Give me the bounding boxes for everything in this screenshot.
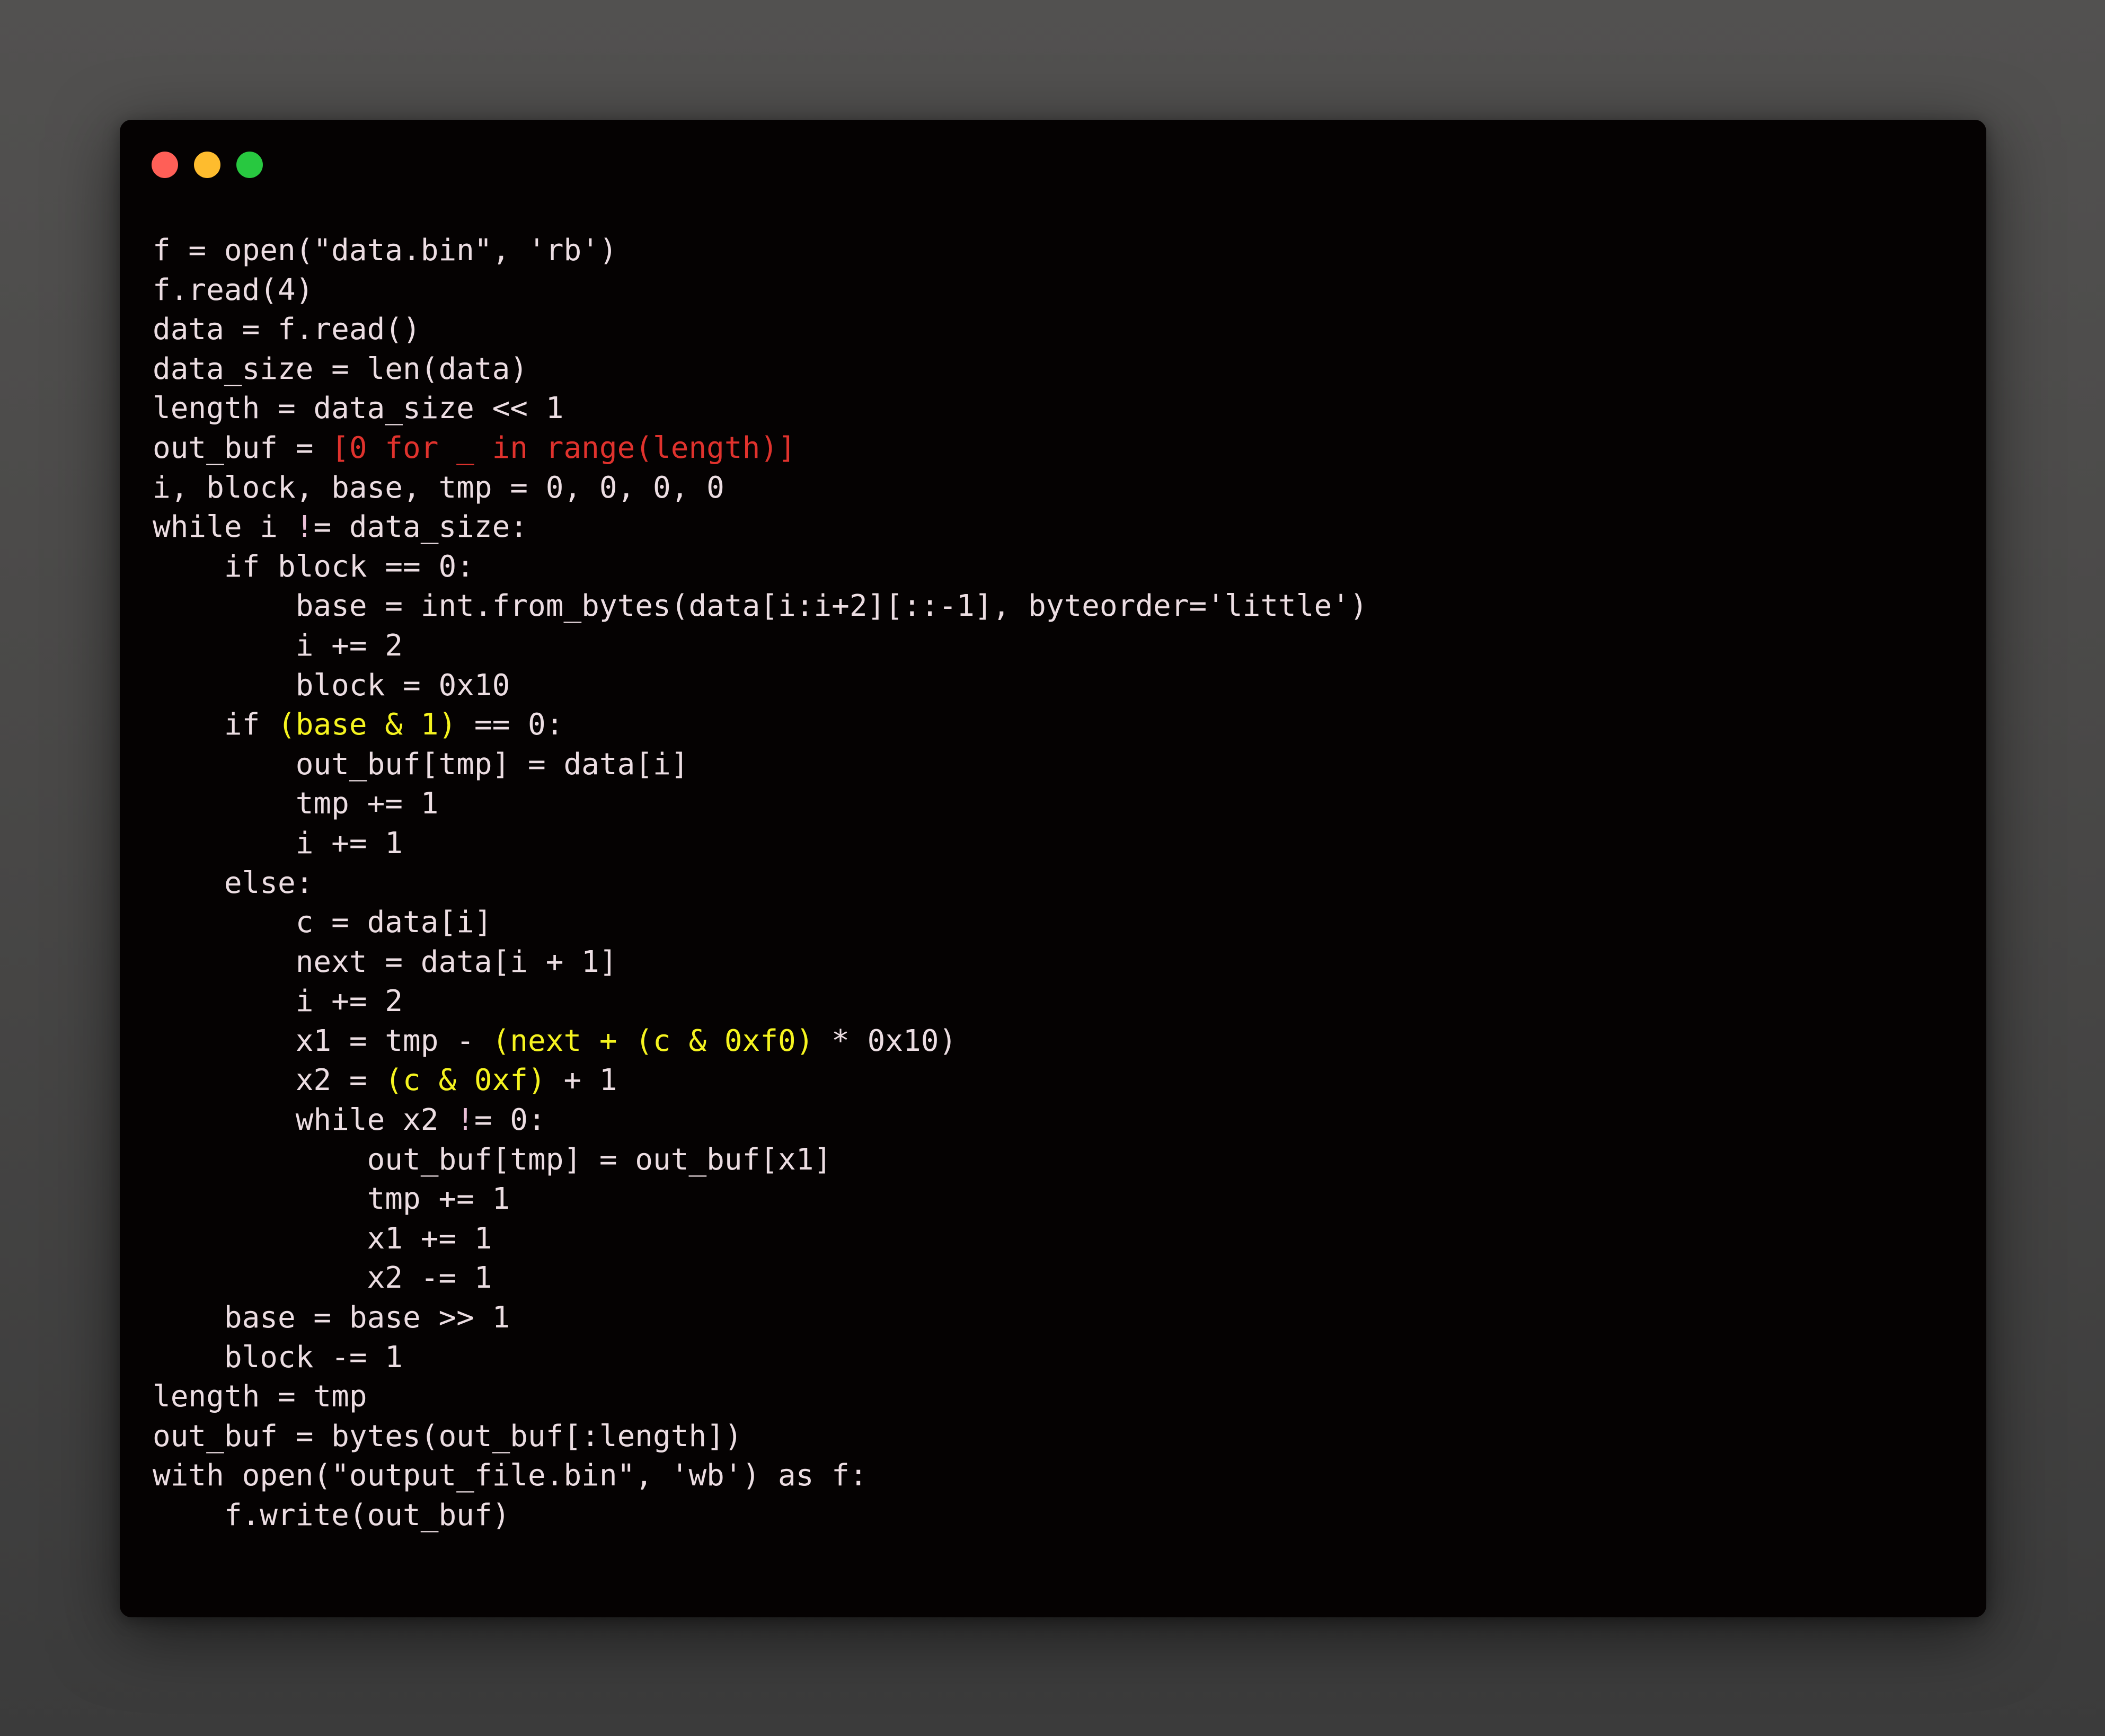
code-line: base = int.from_bytes(data[i:i+2][::-1],…: [153, 587, 1368, 626]
close-button[interactable]: [152, 152, 178, 178]
code-token: (next + (c & 0xf0): [492, 1023, 814, 1058]
code-line: data_size = len(data): [153, 350, 1368, 389]
code-line: length = tmp: [153, 1377, 1368, 1417]
code-line: x1 += 1: [153, 1219, 1368, 1259]
code-line: i += 2: [153, 626, 1368, 666]
code-token: block -= 1: [153, 1340, 403, 1375]
code-token: base = int.from_bytes(data[i:i+2][::-1],…: [153, 589, 1368, 624]
code-token: i += 2: [153, 984, 403, 1019]
code-token: = 0:: [474, 1103, 546, 1138]
code-token: base = base >> 1: [153, 1300, 510, 1335]
code-line: while x2 != 0:: [153, 1101, 1368, 1140]
code-line: out_buf[tmp] = out_buf[x1]: [153, 1140, 1368, 1180]
code-line: base = base >> 1: [153, 1298, 1368, 1338]
code-line: out_buf[tmp] = data[i]: [153, 745, 1368, 785]
code-token: x2 -= 1: [153, 1261, 492, 1296]
code-token: (base & 1): [278, 707, 457, 742]
code-token: tmp += 1: [153, 786, 439, 821]
code-token: x1 = tmp -: [153, 1023, 492, 1058]
code-line: i += 2: [153, 982, 1368, 1022]
code-line: data = f.read(): [153, 310, 1368, 350]
code-token: x2 =: [153, 1063, 385, 1098]
code-token: x1 += 1: [153, 1221, 492, 1256]
code-line: tmp += 1: [153, 1180, 1368, 1219]
code-line: x1 = tmp - (next + (c & 0xf0) * 0x10): [153, 1022, 1368, 1061]
code-token: i, block, base, tmp = 0, 0, 0, 0: [153, 470, 724, 505]
code-line: f.write(out_buf): [153, 1496, 1368, 1536]
code-line: out_buf = [0 for _ in range(length)]: [153, 429, 1368, 468]
code-line: x2 -= 1: [153, 1259, 1368, 1298]
code-line: f.read(4): [153, 271, 1368, 311]
code-token: f.write(out_buf): [153, 1498, 510, 1533]
code-token: f.read(4): [153, 272, 314, 307]
code-token: out_buf = bytes(out_buf[:length]): [153, 1419, 742, 1454]
code-token: next = data[i + 1]: [153, 944, 617, 979]
code-token: i += 2: [153, 628, 403, 663]
code-line: if block == 0:: [153, 547, 1368, 587]
code-token: with open("output_file.bin", 'wb') as f:: [153, 1458, 868, 1493]
code-line: x2 = (c & 0xf) + 1: [153, 1061, 1368, 1101]
window-controls: [152, 152, 263, 178]
code-token: else:: [153, 865, 314, 900]
code-token: while i: [153, 510, 296, 545]
code-line: block = 0x10: [153, 666, 1368, 706]
code-token: + 1: [545, 1063, 617, 1098]
code-token: out_buf =: [153, 430, 332, 465]
code-line: length = data_size << 1: [153, 389, 1368, 429]
code-line: c = data[i]: [153, 903, 1368, 943]
code-token: while x2: [153, 1103, 457, 1138]
code-line: while i != data_size:: [153, 508, 1368, 547]
code-token: length = data_size << 1: [153, 391, 564, 426]
maximize-button[interactable]: [236, 152, 263, 178]
code-token: = data_size:: [313, 510, 528, 545]
code-token: out_buf[tmp] = out_buf[x1]: [153, 1142, 832, 1177]
code-window: f = open("data.bin", 'rb') f.read(4) data …: [120, 120, 1986, 1617]
code-line: f = open("data.bin", 'rb'): [153, 231, 1368, 271]
code-token: block = 0x10: [153, 668, 510, 703]
code-token: data_size = len(data): [153, 351, 528, 386]
code-token: if block == 0:: [153, 549, 474, 584]
code-token: f = open("data.bin", 'rb'): [153, 233, 617, 268]
minimize-button[interactable]: [194, 152, 220, 178]
code-token: data = f.read(): [153, 312, 421, 347]
code-token: tmp += 1: [153, 1182, 510, 1217]
code-token: if: [153, 707, 278, 742]
code-line: next = data[i + 1]: [153, 943, 1368, 982]
code-token: length = tmp: [153, 1379, 367, 1414]
code-line: tmp += 1: [153, 784, 1368, 824]
code-line: with open("output_file.bin", 'wb') as f:: [153, 1456, 1368, 1496]
code-token: !: [456, 1103, 474, 1138]
code-token: !: [295, 510, 314, 545]
code-line: block -= 1: [153, 1338, 1368, 1378]
code-token: == 0:: [456, 707, 564, 742]
code-line: i += 1: [153, 824, 1368, 864]
code-line: i, block, base, tmp = 0, 0, 0, 0: [153, 468, 1368, 508]
code-line: if (base & 1) == 0:: [153, 705, 1368, 745]
code-token: (c & 0xf): [385, 1063, 546, 1098]
code-line: out_buf = bytes(out_buf[:length]): [153, 1417, 1368, 1457]
code-token: [0 for _ in range(length)]: [331, 430, 796, 465]
code-token: c = data[i]: [153, 905, 492, 940]
code-token: * 0x10): [813, 1023, 957, 1058]
code-line: else:: [153, 864, 1368, 904]
code-token: i += 1: [153, 826, 403, 861]
code-block: f = open("data.bin", 'rb') f.read(4) data …: [153, 231, 1368, 1536]
code-token: out_buf[tmp] = data[i]: [153, 747, 689, 782]
